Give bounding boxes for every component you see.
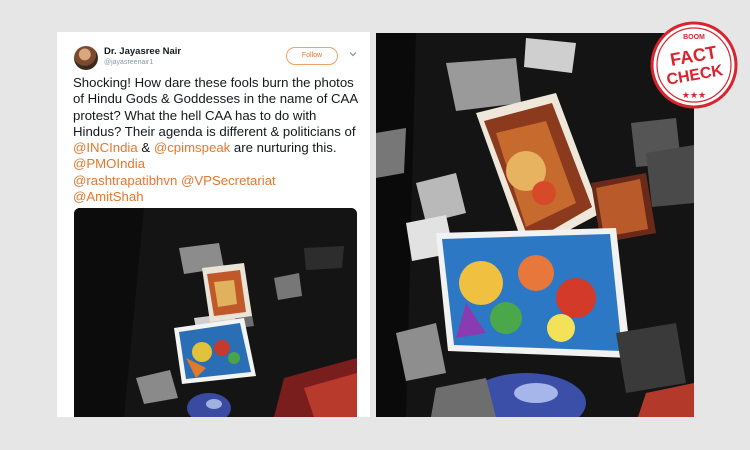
tweet-body-text: Shocking! How dare these fools burn the … [73,75,358,139]
tweet-text-nurturing: are nurturing this. [230,140,337,156]
fact-check-stamp: BOOM FACT CHECK ★★★ [650,21,738,109]
mention-link-incindia[interactable]: @INCIndia [73,140,138,155]
badge-stars: ★★★ [682,91,706,101]
tweet-text-and: & [137,140,154,156]
tweet-video-frame [74,208,357,417]
badge-brand: BOOM [683,34,705,41]
tweet-card: Dr. Jayasree Nair @jayasreenair1 Follow … [57,32,370,417]
tweet-text: Shocking! How dare these fools burn the … [73,75,363,205]
mention-link-amitshah[interactable]: @AmitShah [73,189,144,204]
burning-photos-image [376,33,694,417]
chevron-down-icon[interactable] [348,49,358,59]
mention-link-rashtrapatibhvn[interactable]: @rashtrapatibhvn [73,173,177,188]
avatar[interactable] [74,46,98,70]
author-name[interactable]: Dr. Jayasree Nair [104,46,181,57]
tweet-media-video[interactable] [74,208,357,417]
video-frame-photo [376,33,694,417]
mention-link-pmoindia[interactable]: @PMOIndia [73,156,145,171]
follow-button[interactable]: Follow [286,47,338,65]
author-handle[interactable]: @jayasreenair1 [104,59,153,66]
mention-link-vpsecretariat[interactable]: @VPSecretariat [181,173,276,188]
mention-link-cpimspeak[interactable]: @cpimspeak [154,140,230,155]
